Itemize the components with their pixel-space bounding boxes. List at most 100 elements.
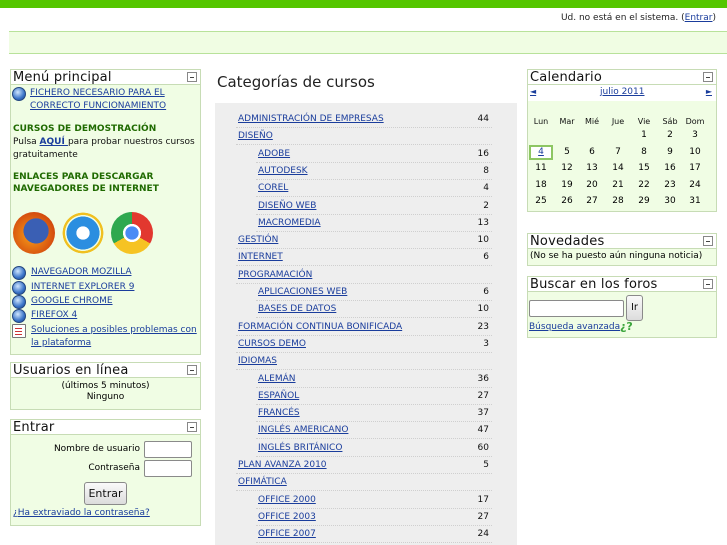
category-link[interactable]: ADOBE — [258, 149, 290, 159]
category-link[interactable]: AUTODESK — [258, 166, 308, 176]
calendar-day: 18 — [535, 180, 547, 190]
required-file-link[interactable]: FICHERO NECESARIO PARA EL CORRECTO FUNCI… — [30, 87, 200, 113]
forum-search-button[interactable]: Ir — [626, 295, 643, 321]
username-field[interactable] — [144, 441, 192, 458]
category-link[interactable]: ESPAÑOL — [258, 391, 299, 401]
firefox-logo-icon[interactable] — [13, 212, 55, 254]
collapse-icon[interactable] — [703, 236, 713, 246]
category-link[interactable]: ADMINISTRACIÓN DE EMPRESAS — [238, 114, 384, 124]
calendar-next-icon[interactable]: ► — [706, 87, 712, 96]
category-link[interactable]: OFIMÁTICA — [238, 477, 287, 487]
collapse-icon[interactable] — [187, 72, 197, 82]
category-link[interactable]: INTERNET — [238, 252, 283, 262]
calendar-day: 24 — [689, 180, 701, 190]
header-login-link[interactable]: Entrar — [685, 13, 713, 23]
category-link[interactable]: FRANCÉS — [258, 408, 300, 418]
username-label: Nombre de usuario — [53, 444, 140, 454]
collapse-icon[interactable] — [703, 279, 713, 289]
forum-search-input[interactable] — [529, 300, 624, 317]
category-count: 27 — [477, 512, 489, 522]
globe-icon — [12, 295, 26, 309]
password-field[interactable] — [144, 460, 192, 477]
main-menu-title: Menú principal — [13, 70, 112, 85]
category-count: 60 — [477, 443, 489, 453]
calendar-day: 10 — [689, 147, 701, 157]
internet-explorer-logo-icon[interactable] — [62, 212, 104, 254]
online-users-period: (últimos 5 minutos) — [61, 381, 150, 391]
google-chrome-logo-icon[interactable] — [111, 212, 153, 254]
calendar-day: 30 — [664, 196, 676, 206]
calendar-day: 11 — [535, 163, 547, 173]
calendar-weekday: Mar — [559, 117, 575, 126]
calendar-day: 29 — [638, 196, 650, 206]
calendar-block: Calendario ◄ julio 2011 ► — [527, 69, 717, 212]
menu-link-ie9[interactable]: INTERNET EXPLORER 9 — [31, 281, 134, 294]
menu-link-solutions[interactable]: Soluciones a posibles problemas con la p… — [31, 324, 199, 350]
online-users-header: Usuarios en línea — [11, 363, 200, 378]
forgot-password-link[interactable]: ¿Ha extraviado la contraseña? — [13, 508, 150, 518]
category-count: 17 — [477, 495, 489, 505]
category-link[interactable]: INGLÉS AMERICANO — [258, 425, 348, 435]
category-row: GESTIÓN 10 — [236, 233, 492, 249]
category-count: 13 — [477, 218, 489, 228]
category-link[interactable]: OFFICE 2000 — [258, 495, 316, 505]
category-link[interactable]: DISEÑO — [238, 131, 273, 141]
category-row: CURSOS DEMO 3 — [236, 337, 492, 353]
category-link[interactable]: OFFICE 2003 — [258, 512, 316, 522]
category-link[interactable]: IDIOMAS — [238, 356, 277, 366]
category-link[interactable]: INGLÉS BRITÁNICO — [258, 443, 342, 453]
help-icon[interactable]: ¿? — [620, 320, 633, 333]
category-row: PLAN AVANZA 2010 5 — [236, 458, 492, 474]
forum-search-title: Buscar en los foros — [530, 277, 658, 292]
calendar-weekday: Dom — [685, 117, 705, 126]
calendar-weekday: Vie — [637, 117, 651, 126]
collapse-icon[interactable] — [187, 422, 197, 432]
category-link[interactable]: ALEMÁN — [258, 374, 296, 384]
globe-icon — [12, 266, 26, 280]
calendar-header: Calendario — [528, 70, 716, 85]
calendar-today[interactable]: 4 — [529, 145, 553, 160]
category-row: IDIOMAS — [236, 354, 492, 370]
calendar-day: 8 — [641, 147, 647, 157]
main-menu-header: Menú principal — [11, 70, 200, 85]
category-link[interactable]: PLAN AVANZA 2010 — [238, 460, 327, 470]
calendar-month-link[interactable]: julio 2011 — [600, 87, 644, 97]
menu-link-firefox4[interactable]: FIREFOX 4 — [31, 309, 77, 322]
category-row: COREL 4 — [256, 181, 492, 197]
category-link[interactable]: DISEÑO WEB — [258, 201, 316, 211]
calendar-day: 6 — [589, 147, 595, 157]
category-count: 10 — [477, 304, 489, 314]
collapse-icon[interactable] — [703, 72, 713, 82]
category-link[interactable]: FORMACIÓN CONTINUA BONIFICADA — [238, 322, 402, 332]
login-button[interactable]: Entrar — [84, 482, 127, 505]
demo-courses-link[interactable]: AQUÍ — [40, 137, 68, 147]
category-row: OFFICE 2000 17 — [256, 493, 492, 509]
category-link[interactable]: PROGRAMACIÓN — [238, 270, 312, 280]
category-count: 36 — [477, 374, 489, 384]
category-link[interactable]: OFFICE 2007 — [258, 529, 316, 539]
menu-link-chrome[interactable]: GOOGLE CHROME — [31, 295, 113, 308]
category-link[interactable]: MACROMEDIA — [258, 218, 321, 228]
menu-link-mozilla[interactable]: NAVEGADOR MOZILLA — [31, 266, 131, 279]
calendar-day: 17 — [689, 163, 701, 173]
category-link[interactable]: GESTIÓN — [238, 235, 278, 245]
calendar-day: 9 — [667, 147, 673, 157]
demo-courses-text: Pulsa AQUÍ para probar nuestros cursos g… — [13, 136, 201, 162]
category-link[interactable]: COREL — [258, 183, 288, 193]
calendar-weekday: Mié — [584, 117, 600, 126]
category-count: 27 — [477, 391, 489, 401]
news-text: (No se ha puesto aún ninguna noticia) — [530, 251, 703, 261]
category-row: BASES DE DATOS 10 — [256, 302, 492, 318]
advanced-search-link[interactable]: Búsqueda avanzada — [529, 322, 620, 332]
login-header: Entrar — [11, 420, 200, 435]
category-link[interactable]: CURSOS DEMO — [238, 339, 306, 349]
category-row: OFFICE 2003 27 — [256, 510, 492, 526]
category-row: INTERNET 6 — [236, 250, 492, 266]
category-link[interactable]: BASES DE DATOS — [258, 304, 336, 314]
calendar-day: 1 — [641, 130, 647, 140]
category-link[interactable]: APLICACIONES WEB — [258, 287, 347, 297]
calendar-prev-icon[interactable]: ◄ — [530, 87, 536, 96]
login-title: Entrar — [13, 420, 55, 435]
category-count: 47 — [477, 425, 489, 435]
collapse-icon[interactable] — [187, 365, 197, 375]
